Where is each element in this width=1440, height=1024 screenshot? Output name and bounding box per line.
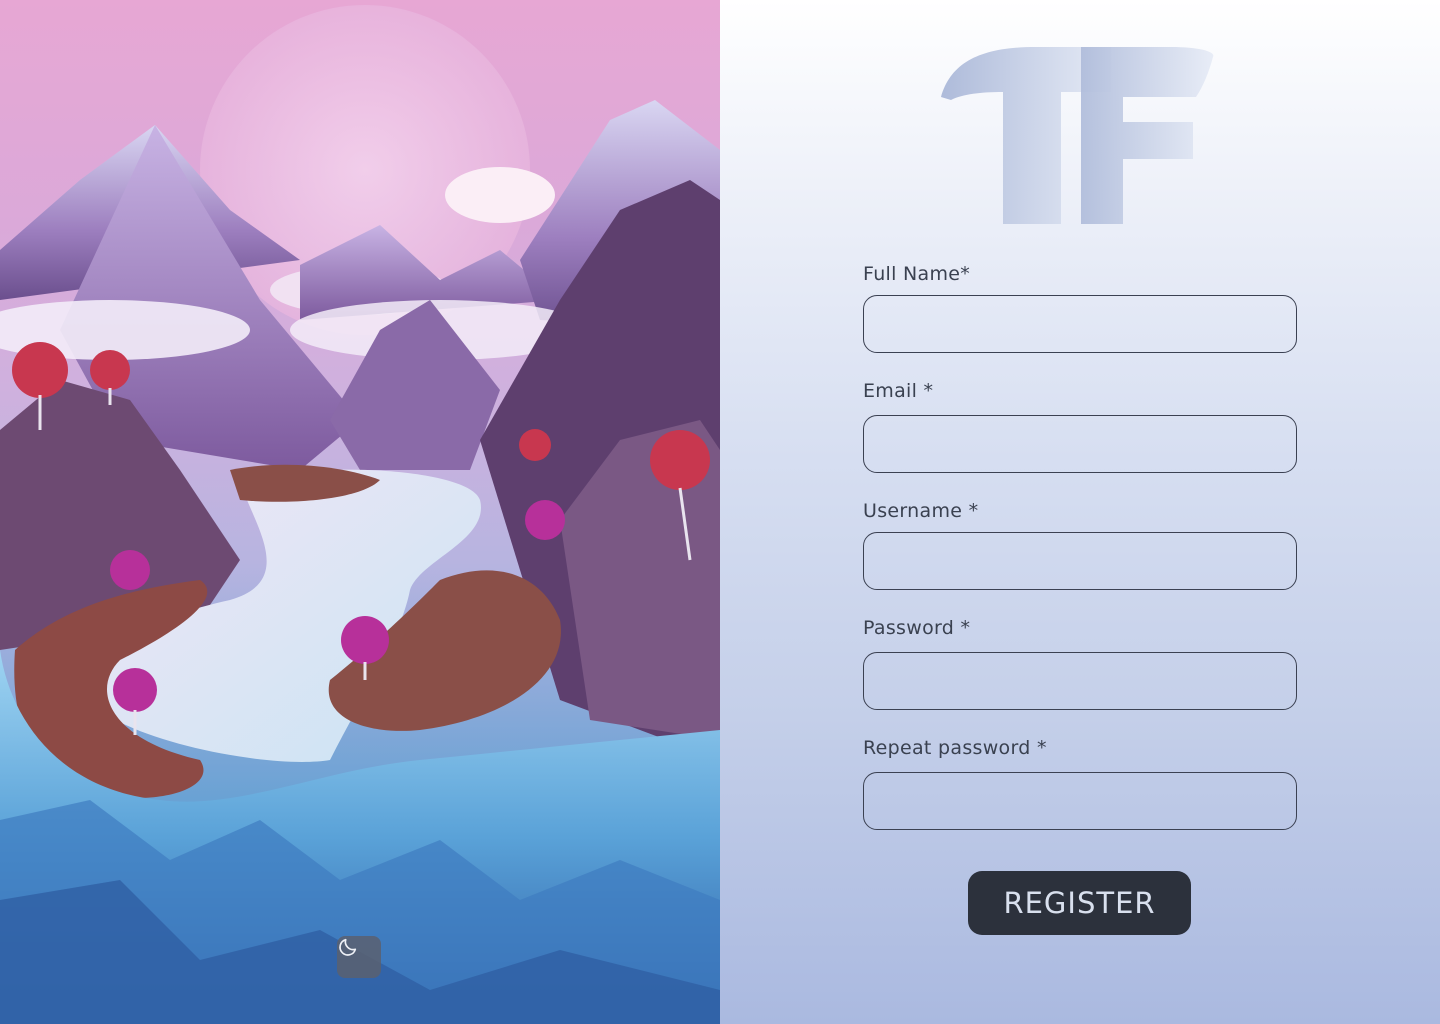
email-input[interactable]	[863, 415, 1297, 473]
full-name-input[interactable]	[863, 295, 1297, 353]
username-label: Username *	[863, 500, 979, 522]
landscape-scene	[0, 5, 720, 1024]
register-panel: Full Name* Email * Username * Password *…	[720, 0, 1440, 1024]
username-input[interactable]	[863, 532, 1297, 590]
full-name-label: Full Name*	[863, 263, 971, 285]
moon-icon	[339, 938, 357, 956]
landscape-illustration	[0, 0, 720, 1024]
tf-logo	[941, 47, 1214, 224]
register-button[interactable]: REGISTER	[968, 871, 1191, 935]
repeat-password-label: Repeat password *	[863, 737, 1047, 759]
theme-toggle-button[interactable]	[337, 936, 381, 978]
email-label: Email *	[863, 380, 934, 402]
repeat-password-input[interactable]	[863, 772, 1297, 830]
password-input[interactable]	[863, 652, 1297, 710]
password-label: Password *	[863, 617, 971, 639]
